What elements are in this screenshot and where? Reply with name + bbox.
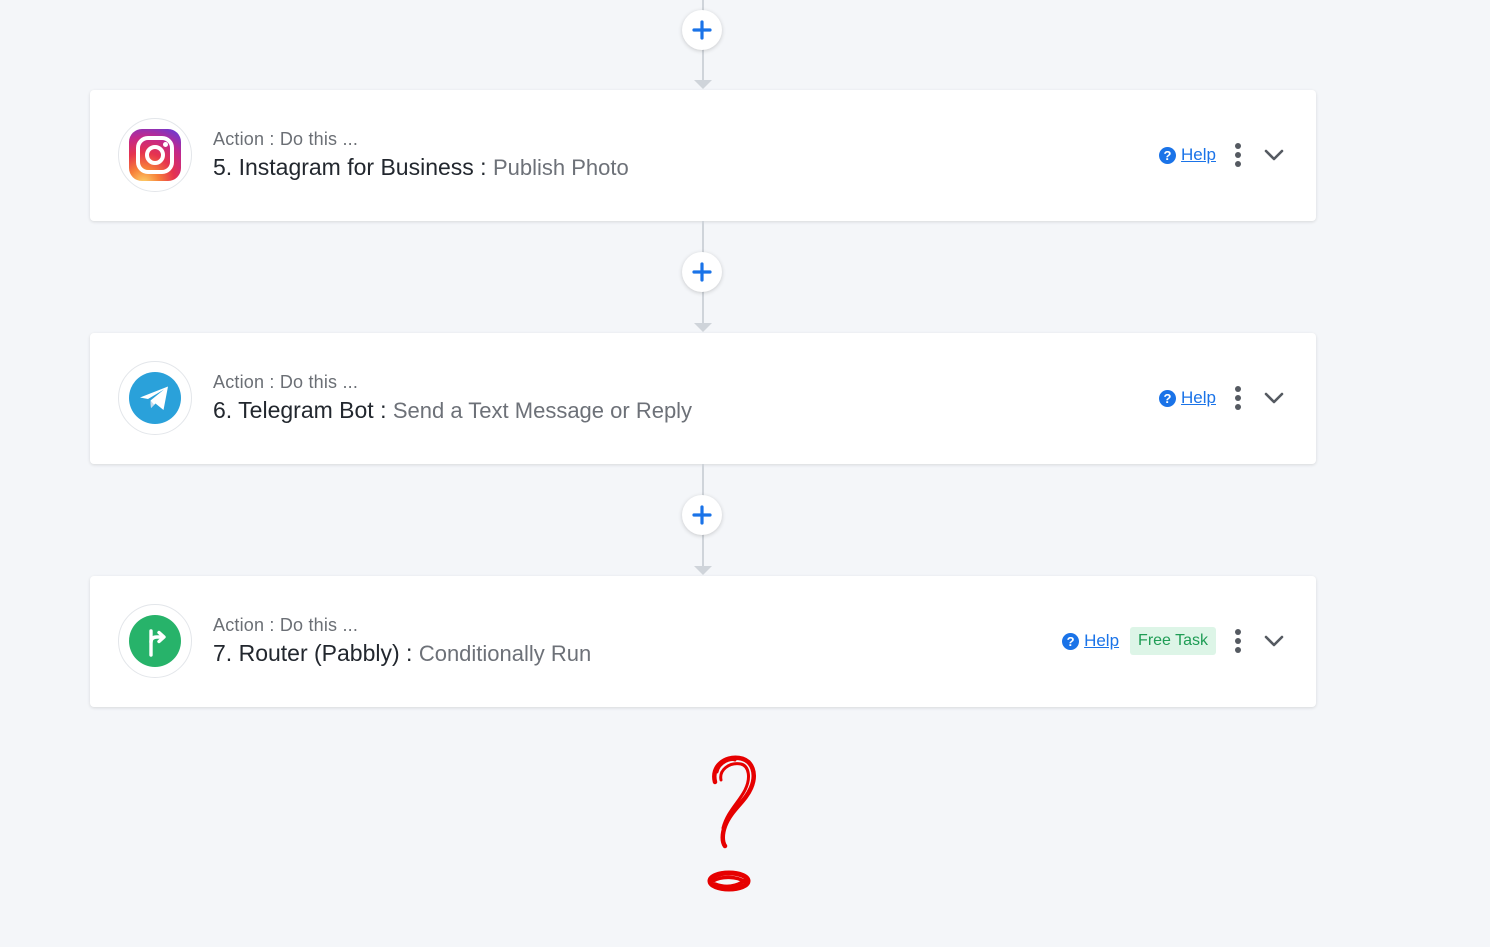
step-number: 6. (213, 397, 233, 423)
help-link[interactable]: ? Help (1062, 631, 1119, 651)
step-title: 6. Telegram Bot : Send a Text Message or… (213, 396, 692, 425)
title-separator: : (399, 640, 419, 666)
chevron-down-icon[interactable] (1262, 629, 1286, 653)
step-text: Action : Do this ... 6. Telegram Bot : S… (213, 371, 692, 425)
more-options-icon[interactable] (1234, 386, 1242, 410)
workflow-canvas: Action : Do this ... 5. Instagram for Bu… (0, 0, 1490, 947)
step-card-7[interactable]: Action : Do this ... 7. Router (Pabbly) … (90, 576, 1316, 707)
help-label: Help (1084, 631, 1120, 650)
question-icon: ? (1062, 632, 1080, 650)
connector-arrow (694, 323, 712, 332)
instagram-icon (129, 129, 181, 181)
add-step-button[interactable] (682, 10, 722, 50)
router-icon (129, 615, 181, 667)
action-label: Action : Do this ... (213, 372, 359, 392)
event-name: Send a Text Message or Reply (392, 398, 693, 423)
title-separator: : (373, 397, 393, 423)
chevron-down-icon[interactable] (1262, 143, 1286, 167)
title-separator: : (473, 154, 493, 180)
step-text: Action : Do this ... 7. Router (Pabbly) … (213, 614, 591, 668)
step-card-5[interactable]: Action : Do this ... 5. Instagram for Bu… (90, 90, 1316, 221)
plus-icon (692, 262, 712, 282)
event-name: Conditionally Run (418, 641, 592, 666)
help-link[interactable]: ? Help (1159, 145, 1216, 165)
connector-arrow (694, 566, 712, 575)
question-mark-annotation (707, 755, 756, 892)
step-actions: ? Help (1159, 383, 1286, 413)
step-title: 5. Instagram for Business : Publish Phot… (213, 153, 629, 182)
app-name: Instagram for Business (238, 154, 474, 180)
more-options-icon[interactable] (1234, 629, 1242, 653)
chevron-down-icon[interactable] (1262, 386, 1286, 410)
app-name: Router (Pabbly) (238, 640, 400, 666)
action-label: Action : Do this ... (213, 129, 359, 149)
help-link[interactable]: ? Help (1159, 388, 1216, 408)
more-options-icon[interactable] (1234, 143, 1242, 167)
add-step-button[interactable] (682, 495, 722, 535)
app-name: Telegram Bot (238, 397, 374, 423)
step-actions: ? Help (1159, 140, 1286, 170)
plus-icon (692, 20, 712, 40)
app-icon-ring (118, 361, 192, 435)
app-icon-ring (118, 604, 192, 678)
help-label: Help (1181, 145, 1216, 164)
question-icon: ? (1159, 146, 1177, 164)
event-name: Publish Photo (492, 155, 629, 180)
action-label: Action : Do this ... (213, 615, 359, 635)
plus-icon (692, 505, 712, 525)
add-step-button[interactable] (682, 252, 722, 292)
free-task-badge: Free Task (1130, 627, 1216, 655)
step-card-6[interactable]: Action : Do this ... 6. Telegram Bot : S… (90, 333, 1316, 464)
help-label: Help (1181, 388, 1216, 407)
telegram-icon (129, 372, 181, 424)
app-icon-ring (118, 118, 192, 192)
step-text: Action : Do this ... 5. Instagram for Bu… (213, 128, 629, 182)
step-number: 7. (213, 640, 233, 666)
question-icon: ? (1159, 389, 1177, 407)
step-number: 5. (213, 154, 233, 180)
step-actions: ? Help Free Task (1062, 626, 1286, 656)
step-title: 7. Router (Pabbly) : Conditionally Run (213, 639, 591, 668)
connector-arrow (694, 80, 712, 89)
